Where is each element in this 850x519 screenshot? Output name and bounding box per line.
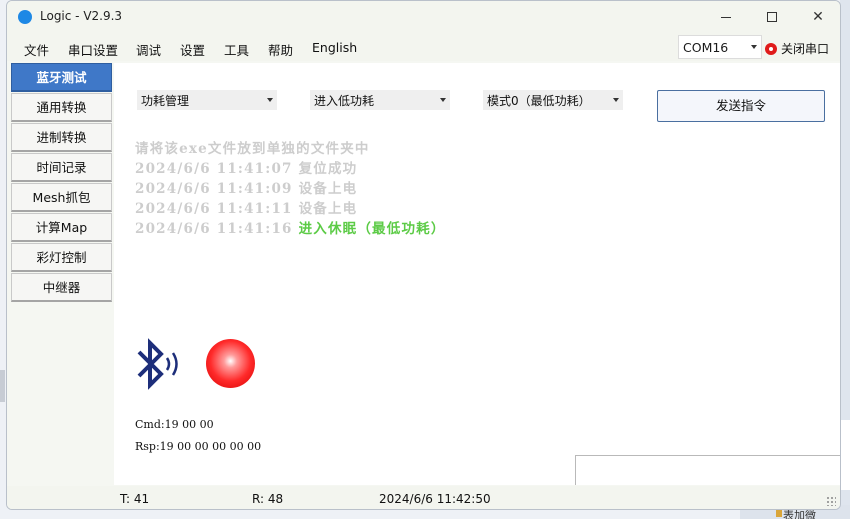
action-dropdown-value: 进入低功耗 [314,94,375,108]
close-icon: ✕ [812,9,824,25]
com-port-select[interactable]: COM16 [678,35,762,59]
log-entry: 2024/6/6 11:41:07 复位成功 [135,157,357,177]
mode-dropdown-value: 模式0（最低功耗） [487,94,591,108]
menu-tools[interactable]: 工具 [224,40,249,59]
chevron-down-icon [440,98,446,102]
background-window-tab [0,370,5,402]
log-entry: 2024/6/6 11:41:09 设备上电 [135,177,357,197]
minimize-button[interactable] [703,1,749,33]
close-serial-label: 关闭串口 [781,42,830,56]
menu-settings[interactable]: 设置 [180,40,205,59]
menu-debug[interactable]: 调试 [136,40,161,59]
resize-grip[interactable] [826,496,836,506]
log-message: 复位成功 [298,161,358,177]
command-readout: Cmd:19 00 00 [135,418,214,431]
sidebar-item-repeater[interactable]: 中继器 [11,273,112,302]
sidebar-item-time-record[interactable]: 时间记录 [11,153,112,182]
sidebar-item-radix-convert[interactable]: 进制转换 [11,123,112,152]
log-message: 设备上电 [298,201,358,217]
record-icon [765,42,777,55]
log-timestamp: 2024/6/6 11:41:16 [135,221,293,237]
status-datetime: 2024/6/6 11:42:50 [379,492,491,506]
minimize-icon [721,16,731,18]
title-bar: Logic - V2.9.3 ✕ [7,1,840,33]
log-entry: 2024/6/6 11:41:16 进入休眠（最低功耗） [135,217,446,237]
close-button[interactable]: ✕ [795,1,840,33]
chevron-down-icon [751,45,757,49]
status-bar: T: 41 R: 48 2024/6/6 11:42:50 [7,486,840,509]
red-led-icon [206,339,255,388]
window-title: Logic - V2.9.3 [40,9,123,23]
log-entry: 2024/6/6 11:41:11 设备上电 [135,197,357,217]
log-timestamp: 2024/6/6 11:41:09 [135,181,293,197]
action-dropdown[interactable]: 进入低功耗 [310,90,450,110]
menu-help[interactable]: 帮助 [268,40,293,59]
close-serial-button[interactable]: 关闭串口 [765,40,829,57]
function-dropdown[interactable]: 功耗管理 [137,90,277,110]
sidebar-item-bluetooth-test[interactable]: 蓝牙测试 [11,63,112,92]
panel-divider [575,455,840,485]
app-logo-icon [18,10,32,24]
sidebar-item-calc-map[interactable]: 计算Map [11,213,112,242]
folder-icon [776,510,782,517]
menu-file[interactable]: 文件 [24,40,49,59]
send-command-button[interactable]: 发送指令 [657,90,825,122]
tx-count: T: 41 [120,492,150,506]
log-timestamp: 2024/6/6 11:41:07 [135,161,293,177]
sidebar-item-led-control[interactable]: 彩灯控制 [11,243,112,272]
maximize-icon [767,12,777,22]
sidebar-item-general-convert[interactable]: 通用转换 [11,93,112,122]
log-timestamp: 2024/6/6 11:41:11 [135,201,293,217]
menu-bar: 文件 串口设置 调试 设置 工具 帮助 English COM16 关闭串口 [7,33,840,61]
rx-count: R: 48 [252,492,284,506]
chevron-down-icon [613,98,619,102]
menu-english[interactable]: English [312,40,357,55]
maximize-button[interactable] [749,1,795,33]
menu-serial-settings[interactable]: 串口设置 [68,40,118,59]
response-readout: Rsp:19 00 00 00 00 00 [135,440,262,453]
bluetooth-signal-icon [137,338,178,390]
mode-dropdown[interactable]: 模式0（最低功耗） [483,90,623,110]
log-message: 设备上电 [298,181,358,197]
main-panel: 功耗管理 进入低功耗 模式0（最低功耗） 发送指令 请将该exe文件放到单独的文… [114,63,840,485]
app-window: Logic - V2.9.3 ✕ 文件 串口设置 调试 设置 工具 帮助 Eng… [6,0,841,510]
log-notice: 请将该exe文件放到单独的文件夹中 [135,141,370,157]
chevron-down-icon [267,98,273,102]
com-port-value: COM16 [683,40,729,55]
function-dropdown-value: 功耗管理 [141,94,190,108]
log-message: 进入休眠（最低功耗） [298,221,446,237]
sidebar-item-mesh-capture[interactable]: Mesh抓包 [11,183,112,212]
